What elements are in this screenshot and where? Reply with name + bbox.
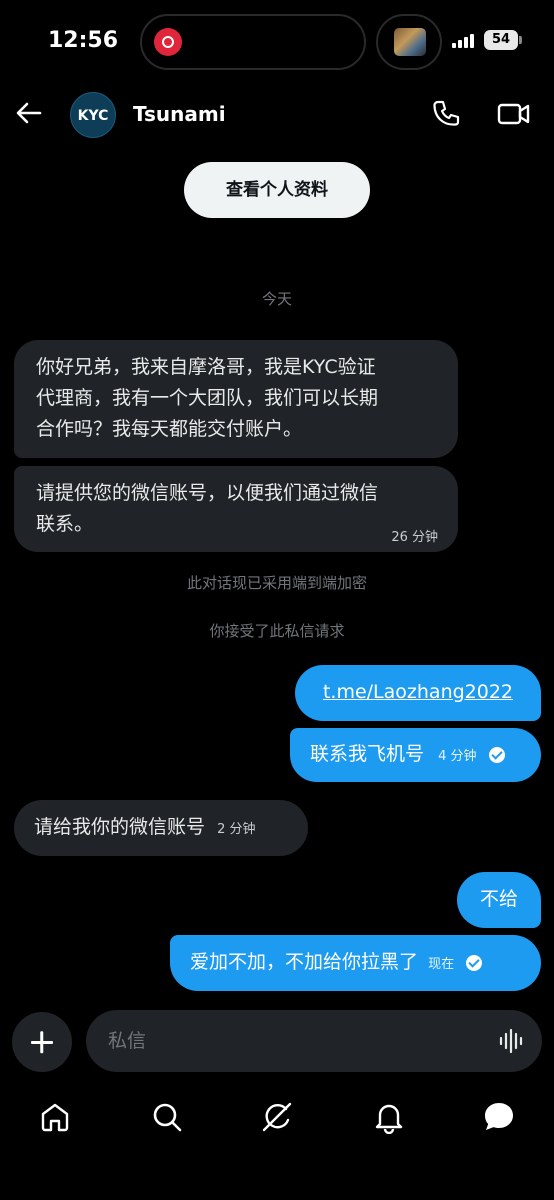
contact-name[interactable]: Tsunami [133, 102, 226, 126]
message-text: 不给 [479, 888, 518, 910]
music-app-icon [154, 28, 182, 56]
grok-icon[interactable] [260, 1100, 294, 1134]
dynamic-island[interactable] [140, 14, 366, 70]
message-text: 你好兄弟，我来自摩洛哥，我是KYC验证 [36, 356, 376, 378]
message-text: 请提供您的微信账号，以便我们通过微信 [36, 482, 379, 504]
message-text: 代理商，我有一个大团队，我们可以长期 [36, 387, 379, 409]
message-timestamp: 26 分钟 [391, 530, 438, 545]
date-separator: 今天 [261, 290, 292, 308]
message-text: 爱加不加，不加给你拉黑了 [190, 951, 419, 973]
messages-icon[interactable] [482, 1100, 516, 1134]
call-button[interactable] [430, 98, 462, 130]
signal-icon [452, 34, 478, 48]
avatar[interactable]: KYC [70, 92, 116, 138]
request-accepted-notice: 你接受了此私信请求 [209, 622, 345, 640]
message-bubble-outgoing[interactable]: 爱加不加，不加给你拉黑了 现在 [170, 935, 541, 991]
message-text: 联系我飞机号 [310, 743, 425, 765]
video-camera-icon [497, 103, 530, 125]
add-attachment-button[interactable] [12, 1012, 72, 1072]
message-bubble-outgoing[interactable]: t.me/Laozhang2022 [295, 665, 541, 721]
voice-message-icon[interactable] [498, 1028, 524, 1054]
message-timestamp: 4 分钟 [438, 749, 477, 764]
message-bubble-incoming[interactable]: 请给我你的微信账号 2 分钟 [14, 800, 308, 856]
status-time: 12:56 [48, 28, 119, 53]
message-text: 请给我你的微信账号 [34, 816, 206, 838]
message-text: 联系。 [36, 513, 94, 535]
message-text: 合作吗？我每天都能交付账户。 [36, 418, 303, 440]
home-icon[interactable] [38, 1100, 72, 1134]
phone-icon [433, 100, 460, 126]
message-bubble-outgoing[interactable]: 联系我飞机号 4 分钟 [290, 728, 541, 782]
message-input[interactable] [86, 1010, 542, 1072]
notifications-icon[interactable] [372, 1100, 406, 1134]
encryption-notice: 此对话现已采用端到端加密 [186, 574, 367, 592]
arrow-left-icon [16, 102, 42, 124]
message-timestamp: 2 分钟 [217, 822, 256, 837]
message-link[interactable]: t.me/Laozhang2022 [323, 681, 513, 703]
seen-check-icon [488, 746, 505, 763]
conversation-header: KYC Tsunami [0, 84, 554, 146]
bottom-navigation [0, 1090, 554, 1150]
dynamic-island-activity[interactable] [376, 14, 442, 70]
status-bar: 12:56 54 [0, 0, 554, 84]
battery-icon: 54 [484, 30, 522, 50]
view-profile-button[interactable]: 查看个人资料 [184, 162, 370, 218]
message-bubble-incoming[interactable]: 请提供您的微信账号，以便我们通过微信 联系。 26 分钟 [14, 466, 458, 552]
message-timestamp: 现在 [428, 957, 455, 972]
message-bubble-incoming[interactable]: 你好兄弟，我来自摩洛哥，我是KYC验证 代理商，我有一个大团队，我们可以长期 合… [14, 340, 458, 458]
back-button[interactable] [12, 96, 46, 130]
message-bubble-outgoing[interactable]: 不给 [457, 872, 541, 928]
video-call-button[interactable] [496, 98, 532, 130]
media-thumbnail [394, 28, 426, 56]
search-icon[interactable] [150, 1100, 184, 1134]
seen-check-icon [466, 954, 483, 971]
